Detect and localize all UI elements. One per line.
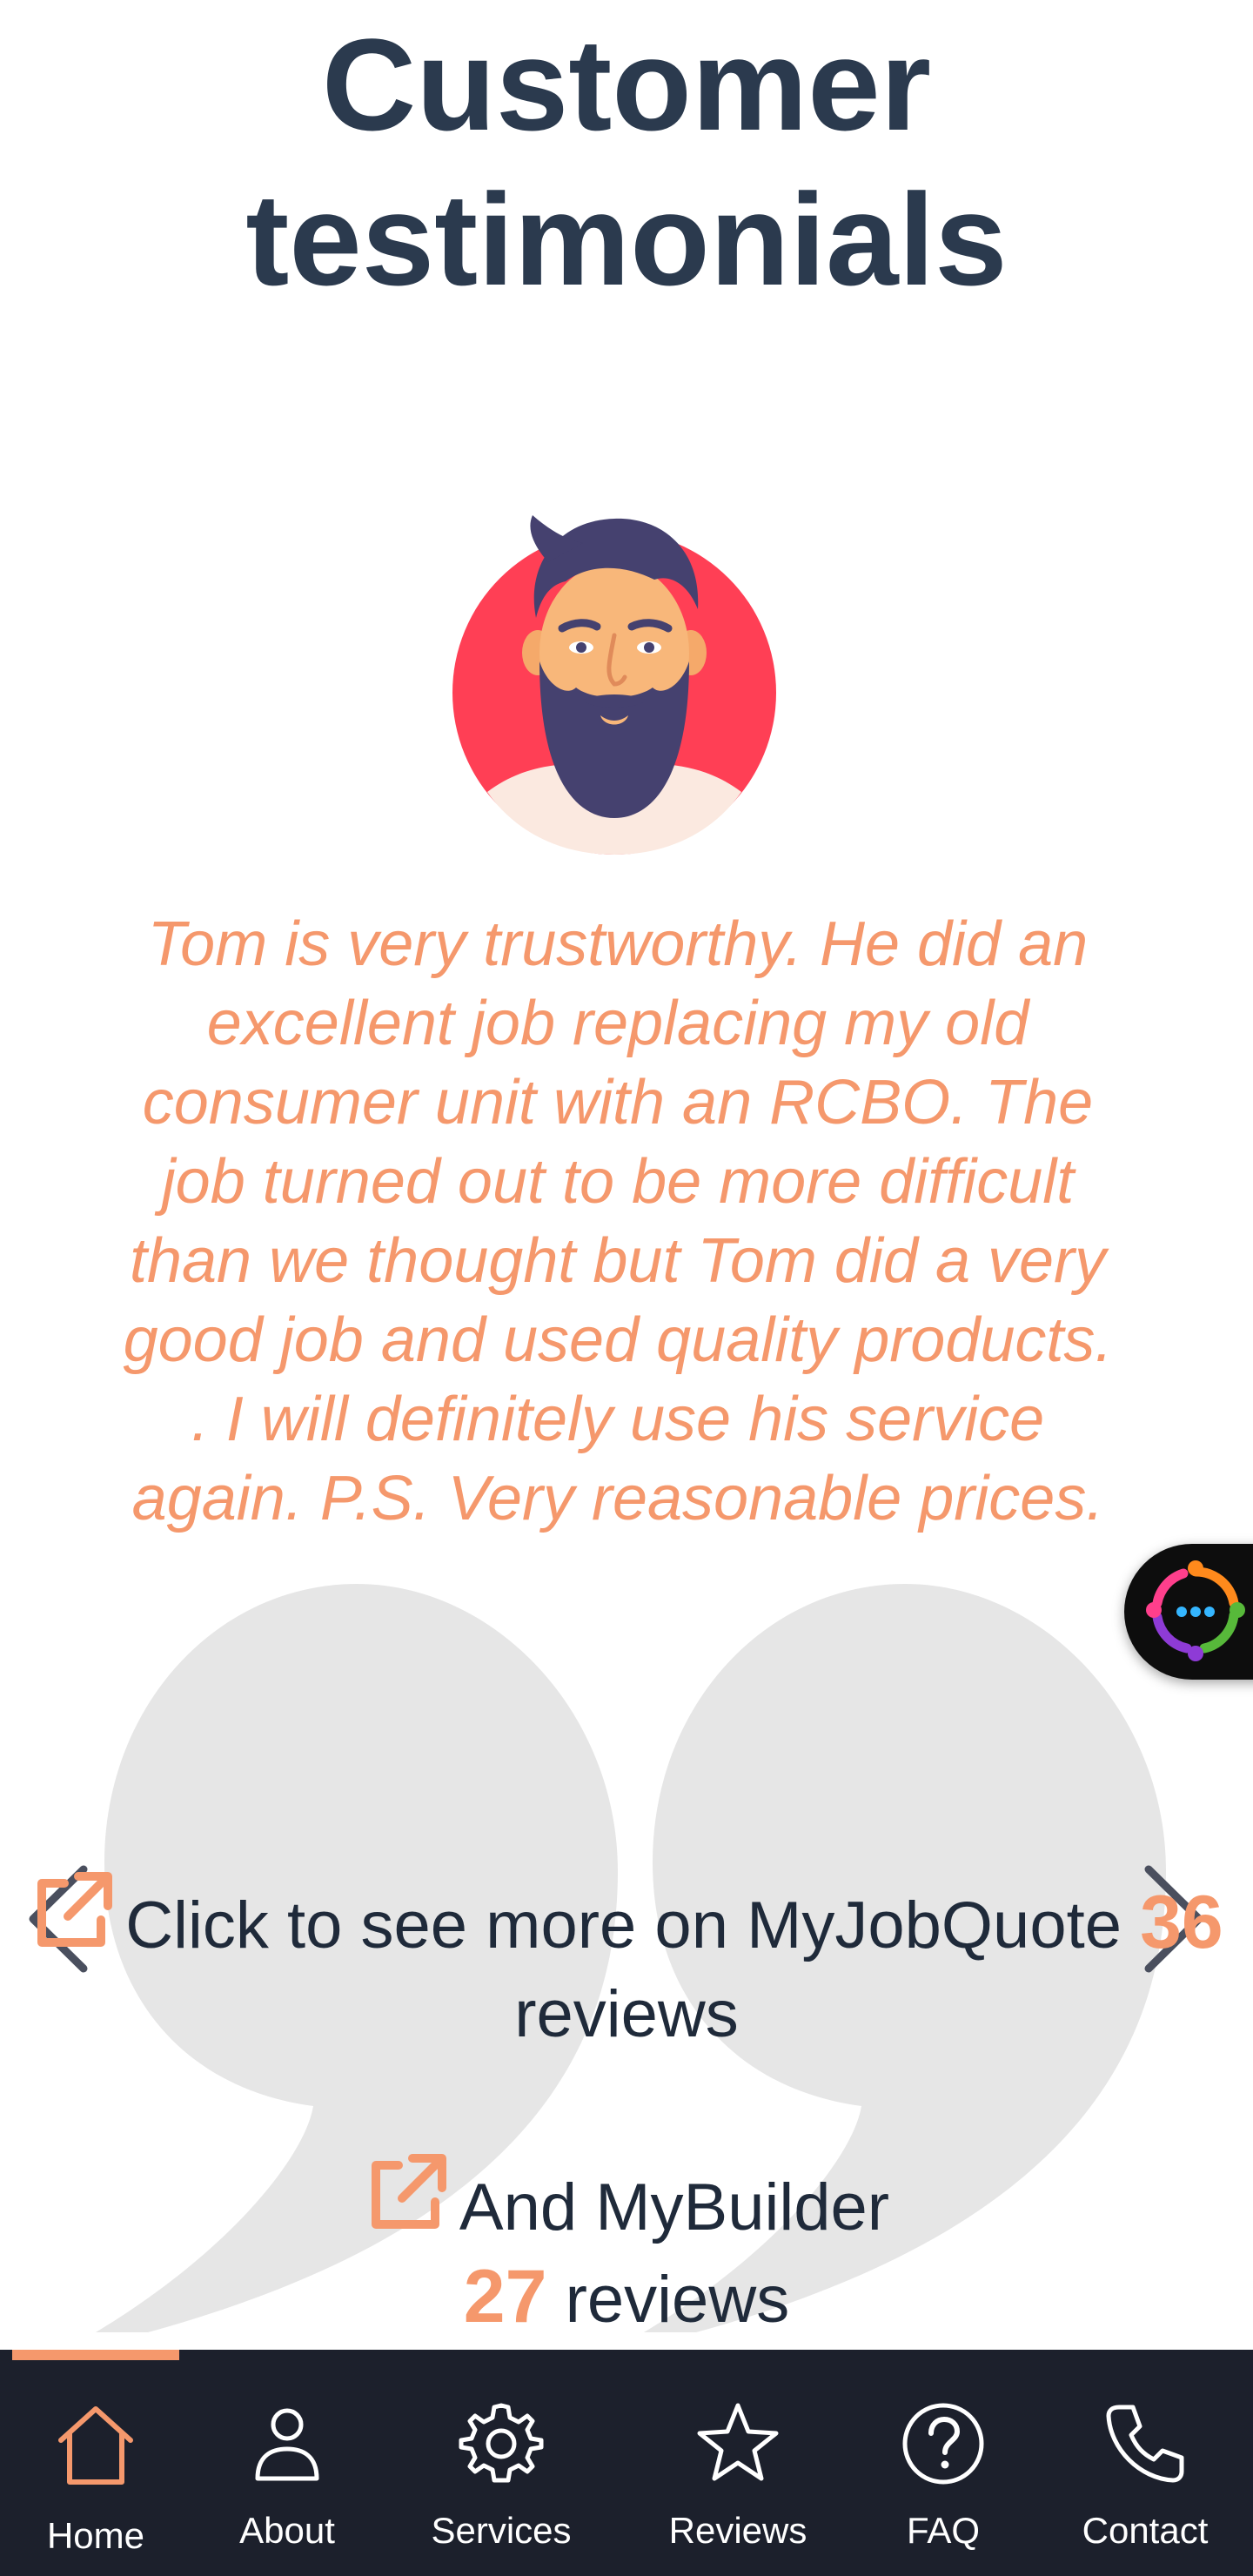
external-link-icon xyxy=(371,2154,446,2229)
myjobquote-review-count: 36 xyxy=(1140,1881,1223,1964)
nav-contact[interactable]: Contact xyxy=(1049,2350,1241,2576)
nav-reviews-label: Reviews xyxy=(668,2510,807,2551)
nav-services-label: Services xyxy=(431,2510,572,2551)
external-link-icon xyxy=(37,1872,113,1947)
myjobquote-link-text: Click to see more on MyJobQuote xyxy=(125,1888,1141,1962)
testimonial-text: Tom is very trustworthy. He did an excel… xyxy=(123,909,1113,1533)
nav-about[interactable]: About xyxy=(191,2350,383,2576)
nav-home-label: Home xyxy=(46,2515,145,2556)
reviewer-avatar xyxy=(452,515,776,855)
nav-about-label: About xyxy=(239,2510,335,2551)
chat-bubble-icon xyxy=(1146,1560,1245,1661)
mybuilder-review-count: 27 xyxy=(463,2255,547,2338)
bottom-navigation: Home About Services Reviews FAQ Contact xyxy=(0,2350,1253,2576)
page-title-line-2: testimonials xyxy=(245,166,1008,312)
mybuilder-link-suffix: reviews xyxy=(546,2263,790,2337)
nav-faq-label: FAQ xyxy=(906,2510,981,2551)
nav-reviews[interactable]: Reviews xyxy=(642,2350,834,2576)
mybuilder-reviews-link[interactable]: And MyBuilder 27 reviews xyxy=(0,2153,1253,2345)
page-title: Customer testimonials xyxy=(0,7,1253,317)
mybuilder-link-text: And MyBuilder xyxy=(459,2170,890,2244)
myjobquote-link-suffix: reviews xyxy=(514,1977,739,2051)
page-title-line-1: Customer xyxy=(321,11,932,158)
myjobquote-reviews-link[interactable]: Click to see more on MyJobQuote 36 revie… xyxy=(0,1871,1253,2059)
question-circle-icon xyxy=(902,2403,984,2485)
nav-contact-label: Contact xyxy=(1082,2510,1209,2551)
nav-faq[interactable]: FAQ xyxy=(848,2350,1039,2576)
phone-icon xyxy=(1106,2405,1184,2483)
star-icon xyxy=(697,2403,779,2481)
chat-widget-button[interactable] xyxy=(1124,1544,1253,1680)
gear-icon xyxy=(459,2403,544,2483)
home-icon xyxy=(58,2406,133,2485)
nav-services[interactable]: Services xyxy=(405,2350,597,2576)
user-icon xyxy=(255,2408,319,2481)
nav-home[interactable]: Home xyxy=(0,2350,191,2576)
